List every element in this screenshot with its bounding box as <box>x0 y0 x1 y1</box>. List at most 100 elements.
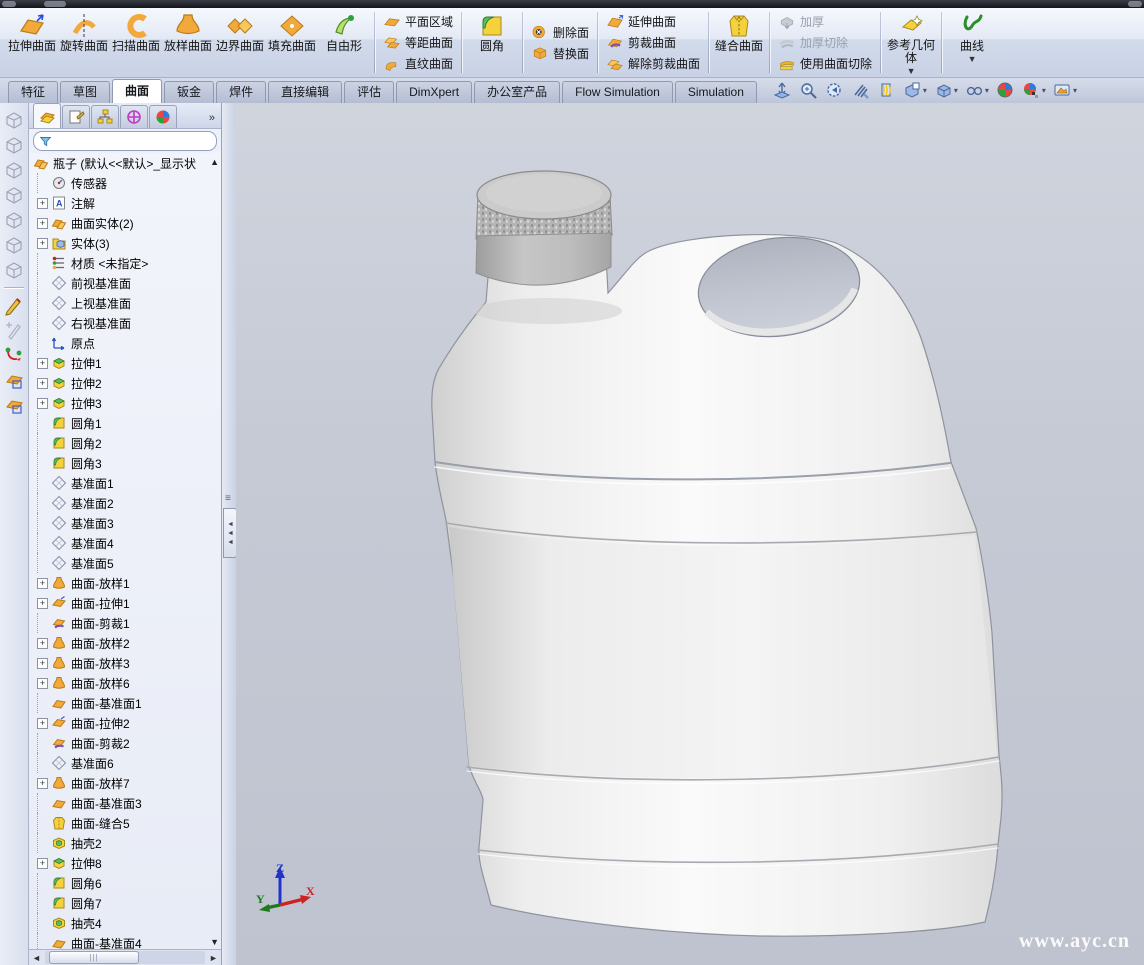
tree-item-曲面-拉伸1[interactable]: +曲面-拉伸1 <box>29 593 221 613</box>
apply-scene-button[interactable]: ▾ <box>1022 81 1046 100</box>
panel-tab-configuration-manager[interactable] <box>91 105 119 128</box>
panel-tabs-overflow[interactable]: » <box>209 112 219 128</box>
hscroll-track[interactable]: ||| <box>45 951 205 964</box>
tree-item-曲面-放样3[interactable]: +曲面-放样3 <box>29 653 221 673</box>
tree-item-拉伸8[interactable]: +拉伸8 <box>29 853 221 873</box>
tab-特征[interactable]: 特征 <box>8 81 58 103</box>
previous-view-button[interactable] <box>825 81 844 100</box>
tree-item-圆角3[interactable]: 圆角3 <box>29 453 221 473</box>
boundary-surface-button[interactable]: 边界曲面 <box>214 10 266 76</box>
tree-item-拉伸2[interactable]: +拉伸2 <box>29 373 221 393</box>
sketch-button[interactable] <box>3 294 25 316</box>
expand-toggle[interactable]: + <box>37 718 48 729</box>
tree-item-曲面-剪裁1[interactable]: 曲面-剪裁1 <box>29 613 221 633</box>
expand-toggle[interactable]: + <box>37 398 48 409</box>
expand-toggle[interactable]: + <box>37 358 48 369</box>
tree-item-曲面-缝合5[interactable]: 曲面-缝合5 <box>29 813 221 833</box>
model-bottle[interactable] <box>236 103 1144 965</box>
section-view-button[interactable] <box>851 81 870 100</box>
tree-item-曲面-拉伸2[interactable]: +曲面-拉伸2 <box>29 713 221 733</box>
edit-appearance-button[interactable] <box>996 81 1015 100</box>
curve-through-points-button[interactable] <box>3 344 25 366</box>
freeform-button[interactable]: 自由形 <box>318 10 370 76</box>
tree-item-注解[interactable]: +A注解 <box>29 193 221 213</box>
replace-face-button[interactable]: 替换面 <box>527 43 593 63</box>
tree-horizontal-scrollbar[interactable]: ◄ ||| ► <box>29 949 221 965</box>
curves-button[interactable]: 曲线▼ <box>946 10 998 76</box>
graphics-viewport[interactable]: Z X Y www.ayc.cn <box>236 103 1144 965</box>
hscroll-left-arrow[interactable]: ◄ <box>29 953 44 963</box>
panel-splitter[interactable]: ≡ ◄◄◄ <box>222 103 236 965</box>
tree-item-曲面-放样2[interactable]: +曲面-放样2 <box>29 633 221 653</box>
reference-geometry-button[interactable]: 参考几何体▼ <box>885 9 937 77</box>
dropdown-arrow[interactable]: ▼ <box>907 67 916 75</box>
dropdown-arrow[interactable]: ▾ <box>1042 86 1046 95</box>
tab-钣金[interactable]: 钣金 <box>164 81 214 103</box>
surface-shortcut-2-button[interactable] <box>3 394 25 416</box>
revolved-surface-button[interactable]: 旋转曲面 <box>58 10 110 76</box>
tab-办公室产品[interactable]: 办公室产品 <box>474 81 560 103</box>
expand-toggle[interactable]: + <box>37 678 48 689</box>
expand-toggle[interactable]: + <box>37 638 48 649</box>
dropdown-arrow[interactable]: ▾ <box>954 86 958 95</box>
tree-item-实体(3)[interactable]: +实体(3) <box>29 233 221 253</box>
tab-评估[interactable]: 评估 <box>344 81 394 103</box>
tree-item-原点[interactable]: 原点 <box>29 333 221 353</box>
tab-焊件[interactable]: 焊件 <box>216 81 266 103</box>
tree-item-抽壳2[interactable]: 抽壳2 <box>29 833 221 853</box>
expand-toggle[interactable]: + <box>37 378 48 389</box>
tab-曲面[interactable]: 曲面 <box>112 79 162 103</box>
knit-surface-button[interactable]: 缝合曲面 <box>713 10 765 76</box>
bottle-cap[interactable] <box>476 171 612 285</box>
expand-toggle[interactable]: + <box>37 218 48 229</box>
tree-item-曲面-基准面3[interactable]: 曲面-基准面3 <box>29 793 221 813</box>
tree-root-item[interactable]: 瓶子 (默认<<默认>_显示状 <box>29 153 221 173</box>
filter-input[interactable] <box>33 131 217 151</box>
extruded-surface-button[interactable]: 拉伸曲面 <box>6 10 58 76</box>
expand-toggle[interactable]: + <box>37 858 48 869</box>
panel-tab-property-manager[interactable] <box>62 105 90 128</box>
tab-草图[interactable]: 草图 <box>60 81 110 103</box>
dropdown-arrow[interactable]: ▾ <box>985 86 989 95</box>
tab-直接编辑[interactable]: 直接编辑 <box>268 81 342 103</box>
tab-DimXpert[interactable]: DimXpert <box>396 81 472 103</box>
tree-item-基准面1[interactable]: 基准面1 <box>29 473 221 493</box>
delete-face-button[interactable]: 删除面 <box>527 22 593 42</box>
tree-item-曲面-放样1[interactable]: +曲面-放样1 <box>29 573 221 593</box>
tree-item-基准面5[interactable]: 基准面5 <box>29 553 221 573</box>
tab-Flow Simulation[interactable]: Flow Simulation <box>562 81 673 103</box>
dropdown-arrow[interactable]: ▾ <box>923 86 927 95</box>
zoom-to-fit-button[interactable] <box>773 81 792 100</box>
splitter-grip[interactable]: ≡ <box>225 493 231 504</box>
tree-item-拉伸1[interactable]: +拉伸1 <box>29 353 221 373</box>
tree-item-右视基准面[interactable]: 右视基准面 <box>29 313 221 333</box>
tree-item-材质 <未指定>[interactable]: 材质 <未指定> <box>29 253 221 273</box>
display-style-button[interactable]: ▾ <box>934 81 958 100</box>
expand-toggle[interactable]: + <box>37 658 48 669</box>
tree-item-圆角6[interactable]: 圆角6 <box>29 873 221 893</box>
hscroll-thumb[interactable]: ||| <box>49 951 139 964</box>
tree-item-圆角7[interactable]: 圆角7 <box>29 893 221 913</box>
filled-surface-button[interactable]: 填充曲面 <box>266 10 318 76</box>
dropdown-arrow[interactable]: ▼ <box>968 55 977 63</box>
surface-shortcut-1-button[interactable] <box>3 369 25 391</box>
extend-surface-button[interactable]: 延伸曲面 <box>602 12 704 32</box>
expand-toggle[interactable]: + <box>37 778 48 789</box>
tree-item-传感器[interactable]: 传感器 <box>29 173 221 193</box>
untrim-surface-button[interactable]: 解除剪裁曲面 <box>602 54 704 74</box>
hide-show-items-button[interactable]: ▾ <box>965 81 989 100</box>
zebra-stripes-button[interactable] <box>877 81 896 100</box>
ruled-surface-button[interactable]: 直纹曲面 <box>379 54 457 74</box>
tree-item-拉伸3[interactable]: +拉伸3 <box>29 393 221 413</box>
tree-item-曲面-剪裁2[interactable]: 曲面-剪裁2 <box>29 733 221 753</box>
lofted-surface-button[interactable]: 放样曲面 <box>162 10 214 76</box>
hscroll-right-arrow[interactable]: ► <box>206 953 221 963</box>
tree-item-圆角1[interactable]: 圆角1 <box>29 413 221 433</box>
trim-surface-button[interactable]: 剪裁曲面 <box>602 33 704 53</box>
tree-item-圆角2[interactable]: 圆角2 <box>29 433 221 453</box>
expand-toggle[interactable]: + <box>37 238 48 249</box>
expand-toggle[interactable]: + <box>37 598 48 609</box>
tree-item-基准面4[interactable]: 基准面4 <box>29 533 221 553</box>
tree-item-基准面2[interactable]: 基准面2 <box>29 493 221 513</box>
dropdown-arrow[interactable]: ▾ <box>1073 86 1077 95</box>
